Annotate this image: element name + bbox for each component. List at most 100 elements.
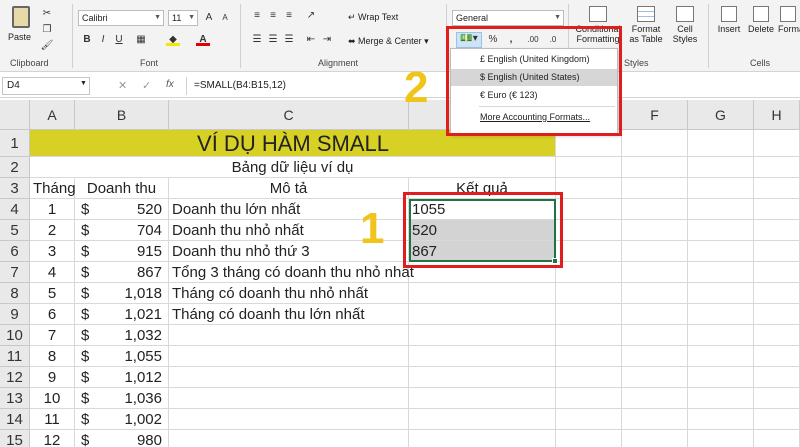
cell-revenue[interactable]: $1,002 [75,409,169,430]
row-header[interactable]: 4 [0,199,30,220]
number-format-combo[interactable]: General ▼ [452,10,564,26]
cell-empty[interactable] [688,220,754,241]
row-header[interactable]: 6 [0,241,30,262]
fill-color-icon[interactable]: ◆ [166,34,180,46]
row-header[interactable]: 11 [0,346,30,367]
name-box[interactable]: D4 [2,77,90,95]
cell-month[interactable]: 7 [30,325,75,346]
column-header-a[interactable]: A [30,100,75,130]
cell-g1[interactable] [688,130,754,157]
cell-empty[interactable] [556,367,622,388]
header-description[interactable]: Mô tả [169,178,409,199]
delete-button[interactable]: Delete [746,6,776,34]
format-cells-button[interactable]: Forma [778,6,800,34]
cell-result[interactable] [409,388,556,409]
cell-empty[interactable] [622,262,688,283]
cell-result[interactable] [409,304,556,325]
cell-empty[interactable] [622,346,688,367]
cell-empty[interactable] [688,178,754,199]
paste-button[interactable]: Paste [6,4,36,54]
cell-result[interactable] [409,409,556,430]
cell-empty[interactable] [688,367,754,388]
cell-result[interactable] [409,430,556,447]
underline-button[interactable]: U [112,34,126,46]
cell-revenue[interactable]: $1,032 [75,325,169,346]
cell-description[interactable]: Tổng 3 tháng có doanh thu nhỏ nhất [169,262,414,283]
cell-empty[interactable] [688,262,754,283]
cell-empty[interactable] [556,241,622,262]
insert-function-icon[interactable]: fx [166,79,174,90]
cell-revenue[interactable]: $980 [75,430,169,447]
cell-empty[interactable] [622,241,688,262]
cell-revenue[interactable]: $520 [75,199,169,220]
cell-result[interactable] [409,325,556,346]
cell-month[interactable]: 10 [30,388,75,409]
cell-revenue[interactable]: $1,021 [75,304,169,325]
cell-month[interactable]: 9 [30,367,75,388]
cell-description[interactable]: Tháng có doanh thu nhỏ nhất [169,283,409,304]
cell-revenue[interactable]: $1,012 [75,367,169,388]
cell-empty[interactable] [622,409,688,430]
row-header-3[interactable]: 3 [0,178,30,199]
cell-empty[interactable] [556,388,622,409]
cell-empty[interactable] [622,388,688,409]
cell-empty[interactable] [556,430,622,447]
cell-empty[interactable] [754,262,800,283]
shrink-font-icon[interactable]: A [218,12,232,24]
cell-empty[interactable] [754,388,800,409]
cell-empty[interactable] [754,325,800,346]
cell-description[interactable] [169,409,409,430]
cell-empty[interactable] [556,304,622,325]
header-revenue[interactable]: Doanh thu [75,178,169,199]
font-name-combo[interactable]: Calibri ▼ [78,10,164,26]
cell-description[interactable] [169,388,409,409]
cell-empty[interactable] [556,283,622,304]
cell-month[interactable]: 2 [30,220,75,241]
cell-description[interactable] [169,430,409,447]
insert-button[interactable]: Insert [714,6,744,34]
cell-empty[interactable] [622,220,688,241]
cell-month[interactable]: 1 [30,199,75,220]
cell-month[interactable]: 6 [30,304,75,325]
cell-empty[interactable] [622,199,688,220]
cell-empty[interactable] [754,178,800,199]
increase-indent-icon[interactable]: ⇥ [320,34,334,46]
cell-empty[interactable] [556,409,622,430]
cell-revenue[interactable]: $867 [75,262,169,283]
column-header-f[interactable]: F [622,100,688,130]
copy-icon[interactable]: ❐ [40,24,54,36]
wrap-text-button[interactable]: ↵ Wrap Text [348,12,398,23]
align-left-icon[interactable]: ☰ [250,34,264,46]
cell-month[interactable]: 5 [30,283,75,304]
cell-result[interactable] [409,283,556,304]
cell-empty[interactable] [754,199,800,220]
name-box-dropdown-icon[interactable]: ▼ [80,80,87,87]
row-header[interactable]: 7 [0,262,30,283]
cell-empty[interactable] [688,304,754,325]
row-header[interactable]: 9 [0,304,30,325]
column-header-b[interactable]: B [75,100,169,130]
cell-empty[interactable] [622,367,688,388]
cut-icon[interactable]: ✂ [40,8,54,20]
bold-button[interactable]: B [80,34,94,46]
grow-font-icon[interactable]: A [202,12,216,24]
row-header[interactable]: 14 [0,409,30,430]
row-header[interactable]: 10 [0,325,30,346]
cell-empty[interactable] [556,157,622,178]
cell-empty[interactable] [688,409,754,430]
column-header-h[interactable]: H [754,100,800,130]
cell-empty[interactable] [622,325,688,346]
cell-revenue[interactable]: $1,036 [75,388,169,409]
cell-h1[interactable] [754,130,800,157]
merge-center-button[interactable]: ⬌ Merge & Center ▾ [348,36,429,47]
italic-button[interactable]: I [96,34,110,46]
cell-empty[interactable] [754,430,800,447]
cell-empty[interactable] [622,178,688,199]
cell-revenue[interactable]: $1,055 [75,346,169,367]
cell-empty[interactable] [754,157,800,178]
decrease-indent-icon[interactable]: ⇤ [304,34,318,46]
font-color-icon[interactable]: A [196,34,210,46]
cell-empty[interactable] [556,325,622,346]
cell-empty[interactable] [754,346,800,367]
header-month[interactable]: Tháng [30,178,76,199]
